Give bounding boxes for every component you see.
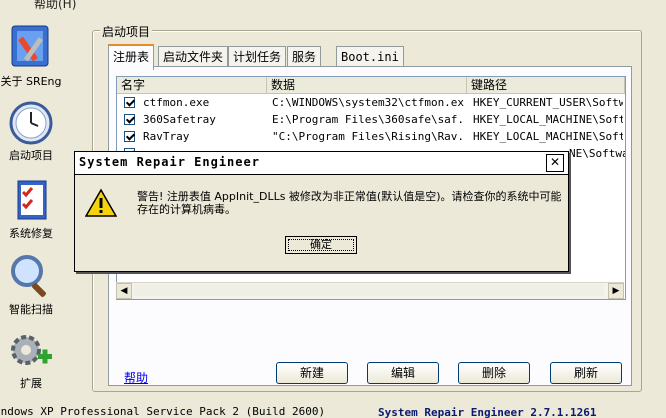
menu-bar: 帮助(H) [0, 0, 666, 10]
dialog-message: 警告! 注册表值 AppInit_DLLs 被修改为非正常值(默认值是空)。请检… [137, 190, 562, 216]
horizontal-scrollbar[interactable]: ◀ ▶ [116, 282, 624, 299]
sidebar-item-about[interactable]: 关于 SREng [0, 22, 62, 89]
cell-data: C:\WINDOWS\system32\ctfmon.exe [272, 96, 464, 109]
sidebar-item-repair[interactable]: 系统修复 [0, 178, 62, 241]
new-button[interactable]: 新建 [276, 362, 348, 384]
group-title: 启动项目 [100, 23, 153, 40]
dialog-titlebar: System Repair Engineer ✕ [75, 152, 568, 175]
clock-icon [9, 101, 53, 145]
sidebar-item-label: 智能扫描 [9, 303, 53, 316]
sidebar-item-label: 扩展 [20, 377, 42, 390]
cell-name: ctfmon.exe [143, 96, 210, 109]
scroll-thumb[interactable] [134, 284, 604, 296]
menu-help[interactable]: 帮助(H) [34, 0, 76, 10]
cell-name: 360Safetray [143, 113, 216, 126]
sidebar-item-label: 关于 SREng [0, 75, 62, 88]
checklist-icon [17, 180, 47, 220]
ok-button[interactable]: 确定 [285, 236, 357, 254]
magnifier-icon [11, 255, 46, 297]
warning-icon [85, 188, 117, 217]
sidebar-item-scan[interactable]: 智能扫描 [0, 252, 62, 317]
cell-keypath: HKEY_LOCAL_MACHINE\Softwa [473, 113, 623, 126]
cell-keypath: HKEY_LOCAL_MACHINE\Softwa [473, 130, 623, 143]
cell-name: RavTray [143, 130, 190, 143]
row-checkbox[interactable] [124, 114, 135, 125]
gear-plus-icon [11, 335, 52, 365]
os-version-text: indows XP Professional Service Pack 2 (B… [0, 405, 326, 418]
warning-dialog: System Repair Engineer ✕ 警告! 注册表值 AppIni… [74, 151, 569, 272]
table-row[interactable]: RavTray "C:\Program Files\Rising\Rav... … [117, 128, 625, 145]
app-version-text: System Repair Engineer 2.7.1.1261 [378, 406, 597, 418]
sidebar-item-label: 系统修复 [9, 227, 53, 240]
cell-data: E:\Program Files\360safe\saf... [272, 113, 464, 126]
menu-item-unknown[interactable] [6, 0, 10, 9]
tab-services[interactable]: 服务 [287, 46, 322, 67]
tab-startup-folder[interactable]: 启动文件夹 [158, 46, 229, 67]
help-link[interactable]: 帮助 [124, 369, 148, 386]
row-checkbox[interactable] [124, 131, 135, 142]
table-row[interactable]: ctfmon.exe C:\WINDOWS\system32\ctfmon.ex… [117, 94, 625, 111]
cell-keypath: NE\Softwa [569, 147, 625, 160]
scroll-right-icon[interactable]: ▶ [608, 283, 624, 299]
edit-button[interactable]: 编辑 [367, 362, 439, 384]
refresh-button[interactable]: 刷新 [550, 362, 622, 384]
dialog-title: System Repair Engineer [79, 155, 260, 169]
table-row[interactable]: 360Safetray E:\Program Files\360safe\saf… [117, 111, 625, 128]
sidebar: 关于 SREng 启动项目 系统修复 智能扫描 扩展 [0, 12, 62, 394]
list-header: 名字 数据 键路径 [117, 77, 625, 94]
sidebar-item-label: 启动项目 [9, 149, 53, 162]
tab-registry[interactable]: 注册表 [108, 44, 155, 70]
row-checkbox[interactable] [124, 97, 135, 108]
column-header-data[interactable]: 数据 [267, 77, 467, 93]
tab-scheduled-tasks[interactable]: 计划任务 [228, 46, 287, 67]
scroll-left-icon[interactable]: ◀ [116, 283, 132, 299]
sidebar-item-startup[interactable]: 启动项目 [0, 100, 62, 163]
column-header-name[interactable]: 名字 [117, 77, 267, 93]
close-icon[interactable]: ✕ [546, 154, 564, 172]
tools-icon [11, 25, 49, 67]
status-bar: indows XP Professional Service Pack 2 (B… [0, 404, 666, 418]
cell-keypath: HKEY_CURRENT_USER\Softwar [473, 96, 623, 109]
delete-button[interactable]: 删除 [458, 362, 530, 384]
tab-boot-ini[interactable]: Boot.ini [336, 46, 404, 67]
cell-data: "C:\Program Files\Rising\Rav... [272, 130, 464, 143]
sidebar-item-extensions[interactable]: 扩展 [0, 330, 62, 391]
column-header-keypath[interactable]: 键路径 [467, 77, 625, 93]
